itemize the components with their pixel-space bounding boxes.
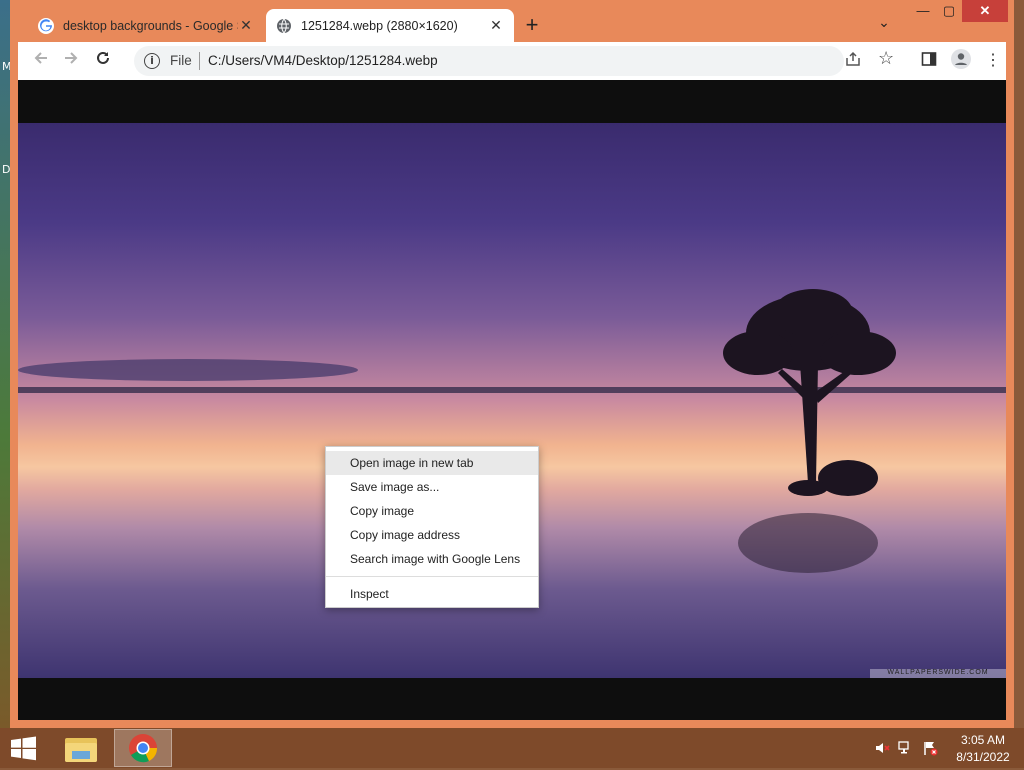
- scheme-label: File: [170, 53, 192, 68]
- cloud-band: [18, 359, 358, 381]
- watermark-text: WALLPAPERSWIDE.COM: [870, 669, 1006, 678]
- tab-close-icon[interactable]: ✕: [238, 17, 254, 34]
- forward-arrow-icon[interactable]: [58, 48, 84, 74]
- action-center-flag-icon[interactable]: [922, 740, 938, 756]
- tab-title: desktop backgrounds - Google S: [63, 18, 238, 33]
- tree-silhouette: [723, 289, 896, 573]
- maximize-button[interactable]: ▢: [936, 0, 962, 22]
- side-panel-icon[interactable]: [916, 48, 942, 74]
- share-icon[interactable]: [844, 50, 862, 71]
- menu-item-copy-image-address[interactable]: Copy image address: [326, 523, 538, 547]
- title-bar: desktop backgrounds - Google S ✕ 1251284…: [10, 0, 1014, 42]
- taskbar: 3:05 AM 8/31/2022: [0, 728, 1024, 768]
- menu-item-search-google-lens[interactable]: Search image with Google Lens: [326, 547, 538, 571]
- menu-item-copy-image[interactable]: Copy image: [326, 499, 538, 523]
- windows-logo-icon: [11, 736, 36, 761]
- speaker-muted-icon[interactable]: [874, 740, 890, 756]
- reload-icon[interactable]: [90, 48, 116, 74]
- menu-separator: [326, 576, 538, 577]
- menu-item-save-image-as[interactable]: Save image as...: [326, 475, 538, 499]
- minimize-button[interactable]: —: [910, 0, 936, 22]
- profile-avatar-icon[interactable]: [948, 48, 974, 74]
- divider: [199, 52, 200, 70]
- network-icon[interactable]: [898, 740, 914, 756]
- tab-image[interactable]: 1251284.webp (2880×1620) ✕: [266, 9, 514, 42]
- back-arrow-icon[interactable]: [28, 48, 54, 74]
- clock-time: 3:05 AM: [960, 733, 1006, 747]
- globe-icon: [277, 18, 291, 33]
- file-explorer-button[interactable]: [52, 729, 110, 767]
- tab-title: 1251284.webp (2880×1620): [301, 18, 458, 33]
- menu-item-inspect[interactable]: Inspect: [326, 582, 538, 606]
- chrome-icon: [129, 734, 158, 763]
- tab-close-icon[interactable]: ✕: [488, 17, 504, 34]
- browser-toolbar: i File C:/Users/VM4/Desktop/1251284.webp…: [18, 42, 1006, 80]
- image-viewer: WALLPAPERSWIDE.COM: [18, 80, 1006, 720]
- system-clock[interactable]: 3:05 AM 8/31/2022: [948, 732, 1018, 766]
- clock-date: 8/31/2022: [956, 750, 1010, 764]
- browser-window: desktop backgrounds - Google S ✕ 1251284…: [10, 0, 1014, 728]
- new-tab-button[interactable]: +: [518, 12, 546, 40]
- context-menu: Open image in new tab Save image as... C…: [325, 446, 539, 608]
- menu-item-open-image-new-tab[interactable]: Open image in new tab: [326, 451, 538, 475]
- close-window-button[interactable]: ✕: [962, 0, 1008, 22]
- kebab-menu-icon[interactable]: ⋮: [980, 48, 1006, 74]
- chrome-taskbar-button[interactable]: [114, 729, 172, 767]
- folder-icon: [65, 738, 97, 762]
- tab-search-button[interactable]: ⌄: [872, 14, 896, 38]
- url-text[interactable]: C:/Users/VM4/Desktop/1251284.webp: [208, 53, 438, 68]
- bookmark-star-icon[interactable]: ☆: [878, 48, 894, 69]
- start-button[interactable]: [0, 729, 58, 767]
- address-bar[interactable]: i File C:/Users/VM4/Desktop/1251284.webp…: [134, 46, 894, 76]
- info-icon[interactable]: i: [144, 53, 160, 69]
- tab-google-search[interactable]: desktop backgrounds - Google S ✕: [28, 9, 264, 42]
- google-g-icon: [38, 17, 54, 34]
